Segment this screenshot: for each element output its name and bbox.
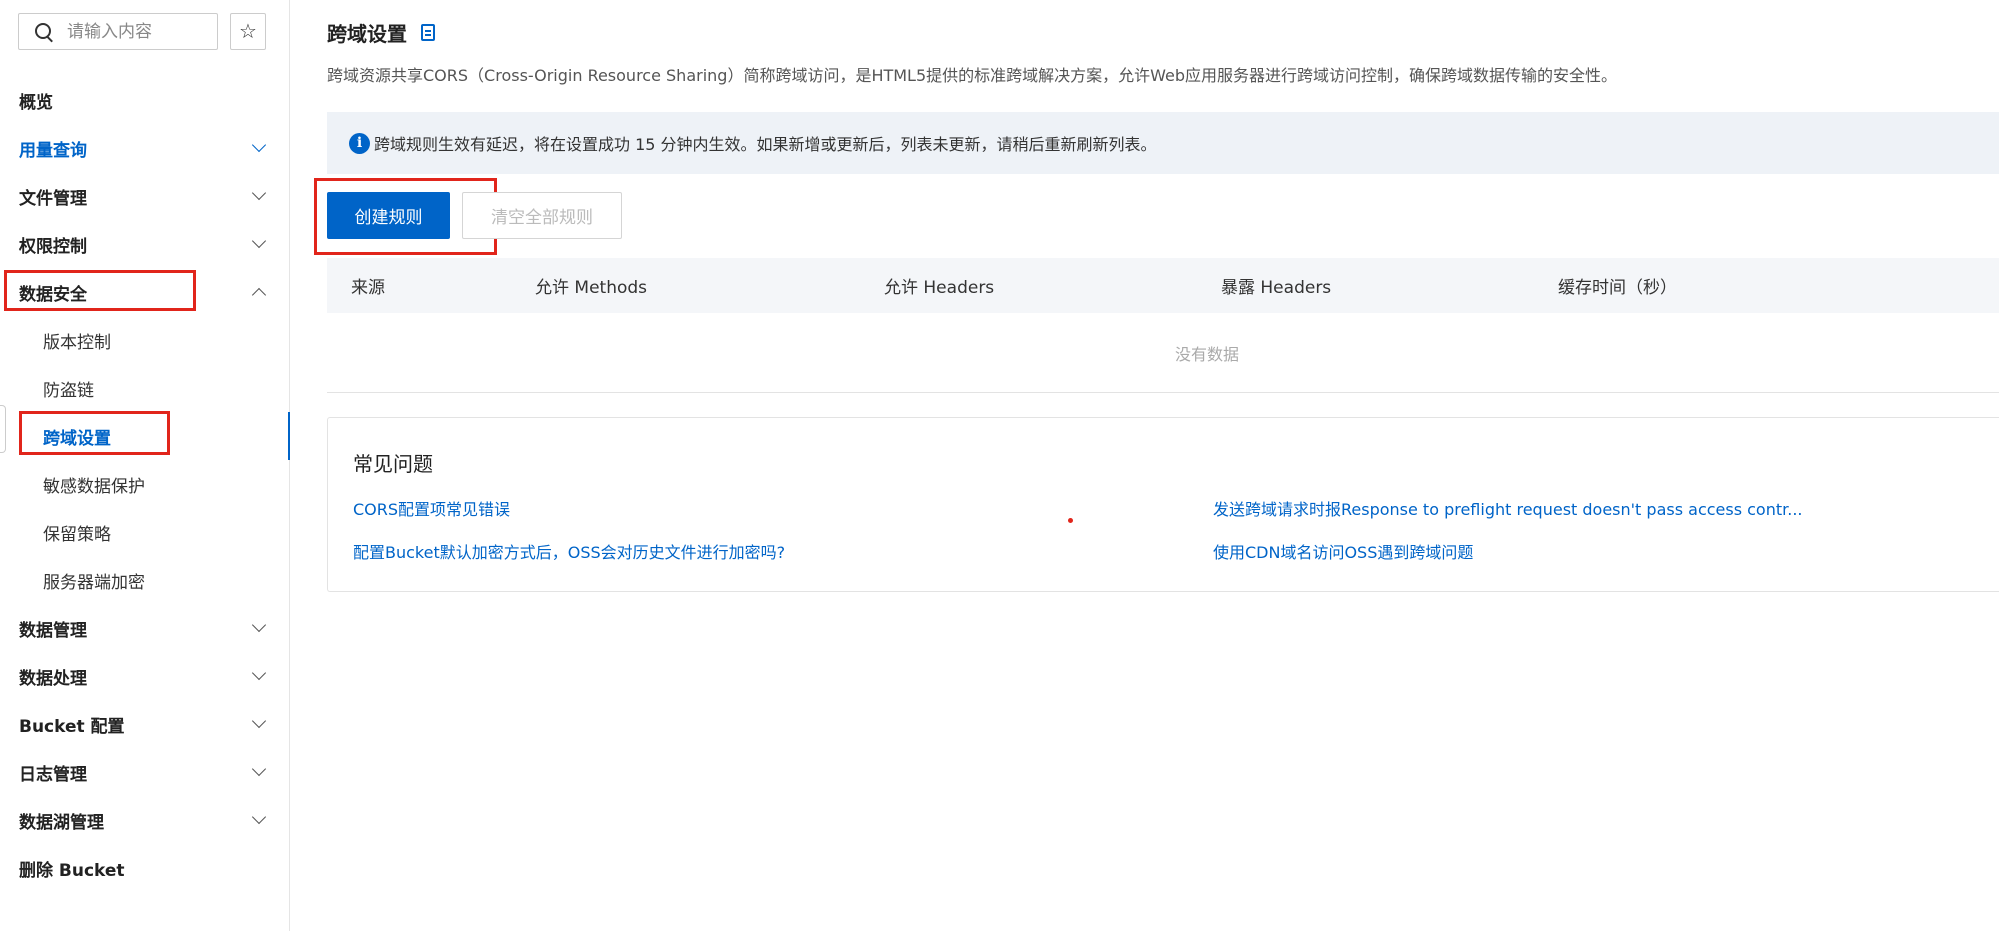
notice-text: 跨域规则生效有延迟，将在设置成功 15 分钟内生效。如果新增或更新后，列表未更新…	[374, 135, 1157, 154]
table-header: 来源 允许 Methods 允许 Headers 暴露 Headers 缓存时间…	[327, 258, 1999, 313]
clear-all-rules-button[interactable]: 清空全部规则	[462, 192, 622, 239]
sidebar-subitem-version-control[interactable]: 版本控制	[43, 322, 111, 358]
sidebar: ☆ 概览 用量查询 文件管理 权限控制 数据安全 版本控制 防盗链 跨域设置 敏…	[0, 0, 290, 931]
faq-panel: 常见问题 CORS配置项常见错误 发送跨域请求时报Response to pre…	[327, 417, 1999, 592]
faq-link-preflight-error[interactable]: 发送跨域请求时报Response to preflight request do…	[1213, 496, 1803, 520]
sidebar-subitem-cors-settings[interactable]: 跨域设置	[43, 418, 111, 454]
search-box	[18, 13, 218, 50]
sidebar-item-bucket-config[interactable]: Bucket 配置	[0, 704, 280, 744]
sidebar-item-file-management[interactable]: 文件管理	[0, 176, 280, 216]
faq-link-cdn-cors[interactable]: 使用CDN域名访问OSS遇到跨域问题	[1213, 539, 1473, 563]
faq-link-cors-errors[interactable]: CORS配置项常见错误	[353, 496, 510, 520]
cursor-marker	[1068, 518, 1073, 523]
sidebar-subitem-sensitive-data-protection[interactable]: 敏感数据保护	[43, 466, 145, 502]
faq-link-bucket-encryption[interactable]: 配置Bucket默认加密方式后，OSS会对历史文件进行加密吗?	[353, 539, 785, 563]
current-item-indicator	[288, 412, 290, 460]
chevron-down-icon	[251, 185, 267, 201]
sidebar-item-permission-control[interactable]: 权限控制	[0, 224, 280, 264]
column-header-allowed-methods: 允许 Methods	[535, 278, 648, 298]
search-input[interactable]	[67, 21, 207, 42]
chevron-up-icon	[251, 287, 267, 303]
sidebar-item-label: 概览	[19, 92, 53, 113]
chevron-down-icon	[251, 713, 267, 729]
sidebar-item-label: 日志管理	[19, 764, 87, 785]
column-header-origin: 来源	[351, 278, 385, 298]
sidebar-subitem-hotlink-protection[interactable]: 防盗链	[43, 370, 94, 406]
sidebar-item-label: 数据湖管理	[19, 812, 104, 833]
sidebar-item-data-processing[interactable]: 数据处理	[0, 656, 280, 696]
chevron-down-icon	[251, 665, 267, 681]
column-header-allowed-headers: 允许 Headers	[884, 278, 995, 298]
chevron-down-icon	[251, 809, 267, 825]
main-content: 跨域设置 跨域资源共享CORS（Cross-Origin Resource Sh…	[327, 0, 1999, 931]
faq-title: 常见问题	[353, 452, 433, 476]
notice-banner: i 跨域规则生效有延迟，将在设置成功 15 分钟内生效。如果新增或更新后，列表未…	[327, 112, 1999, 174]
sidebar-subitem-retention-policy[interactable]: 保留策略	[43, 514, 111, 550]
page-description: 跨域资源共享CORS（Cross-Origin Resource Sharing…	[327, 66, 1618, 85]
sidebar-item-data-lake-management[interactable]: 数据湖管理	[0, 800, 280, 840]
sidebar-item-data-management[interactable]: 数据管理	[0, 608, 280, 648]
chevron-down-icon	[251, 761, 267, 777]
chevron-down-icon	[251, 617, 267, 633]
table-empty-row: 没有数据	[327, 313, 1999, 393]
sidebar-item-delete-bucket[interactable]: 删除 Bucket	[0, 848, 280, 888]
sidebar-item-label: 删除 Bucket	[19, 860, 125, 881]
info-icon: i	[349, 132, 370, 154]
sidebar-item-label: 用量查询	[19, 140, 87, 161]
collapse-sidebar-handle[interactable]	[0, 405, 6, 453]
sidebar-item-log-management[interactable]: 日志管理	[0, 752, 280, 792]
search-icon	[33, 21, 55, 43]
document-icon[interactable]	[421, 24, 435, 41]
column-header-cache-time: 缓存时间（秒）	[1558, 278, 1677, 298]
chevron-down-icon	[251, 137, 267, 153]
sidebar-item-usage-query[interactable]: 用量查询	[0, 128, 280, 168]
page-title-text: 跨域设置	[327, 22, 407, 46]
sidebar-subitem-server-side-encryption[interactable]: 服务器端加密	[43, 562, 145, 598]
sidebar-item-label: Bucket 配置	[19, 716, 125, 737]
star-icon: ☆	[239, 21, 257, 43]
sidebar-item-data-security[interactable]: 数据安全	[0, 272, 280, 312]
create-rule-button[interactable]: 创建规则	[327, 192, 450, 239]
sidebar-item-label: 权限控制	[19, 236, 87, 257]
column-header-exposed-headers: 暴露 Headers	[1221, 278, 1332, 298]
sidebar-item-overview[interactable]: 概览	[0, 80, 280, 120]
page-title: 跨域设置	[327, 18, 435, 47]
sidebar-item-label: 数据管理	[19, 620, 87, 641]
sidebar-item-label: 文件管理	[19, 188, 87, 209]
empty-text: 没有数据	[1175, 344, 1240, 364]
favorite-star-button[interactable]: ☆	[230, 13, 266, 50]
chevron-down-icon	[251, 233, 267, 249]
sidebar-item-label: 数据处理	[19, 668, 87, 689]
sidebar-item-label: 数据安全	[19, 284, 87, 305]
